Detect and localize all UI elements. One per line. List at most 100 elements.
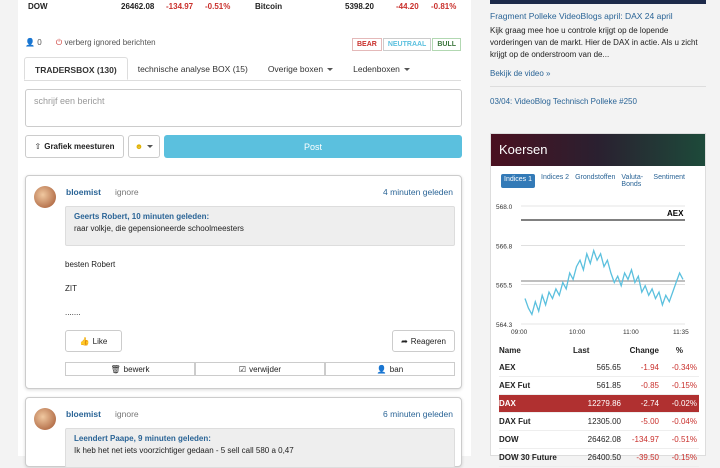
chevron-down-icon: [403, 68, 410, 72]
delete-button[interactable]: ☑ verwijder: [195, 362, 325, 376]
edit-label: bewerk: [123, 364, 150, 374]
table-cell: -0.02%: [671, 399, 697, 408]
tab-grondstoffen[interactable]: Grondstoffen: [575, 174, 615, 188]
y-tick-label: 564.3: [496, 322, 513, 329]
neutral-button[interactable]: NEUTRAAL: [382, 38, 432, 51]
tab-valuta-bonds[interactable]: Valuta-Bonds: [621, 174, 647, 188]
bear-button[interactable]: BEAR: [351, 38, 382, 51]
table-cell: -39.50: [636, 453, 659, 462]
ticker-pct-2: -0.81%: [431, 2, 457, 11]
ignore-link[interactable]: ignore: [115, 409, 139, 419]
tab-technische-analyse[interactable]: technische analyse BOX (15): [128, 57, 258, 80]
table-cell: DAX: [499, 399, 516, 408]
quote-block: Geerts Robert, 10 minuten geleden: raar …: [65, 206, 455, 246]
table-cell: -0.15%: [671, 453, 697, 462]
col-name: Name: [499, 345, 521, 355]
ignored-count: 0: [37, 38, 42, 47]
sidebar: Fragment Polleke VideoBlogs april: DAX 2…: [488, 0, 706, 467]
box-tabs: TRADERSBOX (130) technische analyse BOX …: [24, 57, 461, 81]
attach-chart-label: Grafiek meesturen: [44, 142, 115, 151]
table-body: AEX 565.65 -1.94 -0.34% AEX Fut 561.85 -0.85 -0…: [499, 359, 699, 467]
y-tick-label: 566.8: [496, 243, 513, 250]
trash-icon: 🗑: [110, 364, 121, 374]
delete-label: verwijder: [249, 364, 282, 374]
x-tick-label: 09:00: [511, 329, 528, 336]
avatar[interactable]: [34, 408, 56, 430]
post-line: besten Robert: [65, 260, 116, 269]
ticker-change-2: -44.20: [396, 2, 419, 11]
sidebar-top-bar: [490, 0, 706, 4]
table-cell: -0.04%: [671, 417, 697, 426]
message-input[interactable]: schrijf een bericht: [25, 89, 462, 127]
quote-header: Leendert Paape, 9 minuten geleden:: [74, 434, 211, 443]
reply-label: Reageren: [410, 336, 446, 346]
table-row[interactable]: AEX Fut 561.85 -0.85 -0.15%: [499, 377, 699, 395]
tab-overige-boxen[interactable]: Overige boxen: [258, 57, 343, 80]
like-button[interactable]: 👍 Like: [65, 330, 122, 352]
tab-tradersbox[interactable]: TRADERSBOX (130): [24, 57, 128, 80]
upload-icon: ⇧: [34, 142, 42, 151]
avatar[interactable]: [34, 186, 56, 208]
ticker-name: DOW: [28, 2, 48, 11]
tab-label: Overige boxen: [267, 64, 324, 74]
post-time[interactable]: 6 minuten geleden: [383, 409, 453, 419]
table-row[interactable]: DOW 30 Future 26400.50 -39.50 -0.15%: [499, 449, 699, 467]
quote-header: Geerts Robert, 10 minuten geleden:: [74, 212, 210, 221]
edit-button[interactable]: 🗑 bewerk: [65, 362, 195, 376]
y-tick-label: 565.5: [496, 283, 513, 290]
bull-button[interactable]: BULL: [432, 38, 461, 51]
aex-chart: 568.0 566.8 565.5 564.309:00 10:00 11:00 11:35…: [496, 204, 689, 336]
post-button[interactable]: Post: [164, 135, 462, 158]
table-cell: 26462.08: [587, 435, 621, 444]
reply-icon: ➦: [401, 336, 408, 346]
tab-indices-2[interactable]: Indices 2: [541, 174, 569, 188]
attach-chart-button[interactable]: ⇧ Grafiek meesturen: [25, 135, 124, 158]
tab-ledenboxen[interactable]: Ledenboxen: [343, 57, 420, 80]
table-cell: AEX Fut: [499, 381, 531, 390]
ban-button[interactable]: 👤 ban: [325, 362, 455, 376]
table-header: Name Last Change %: [499, 341, 699, 359]
ignore-link[interactable]: ignore: [115, 187, 139, 197]
power-icon: ⏻: [55, 38, 63, 47]
hide-ignored-link[interactable]: verberg ignored berichten: [64, 38, 155, 47]
table-cell: -134.97: [631, 435, 659, 444]
video-link[interactable]: Bekijk de video »: [490, 69, 706, 78]
ticker-row: DOW 26462.08 -134.97 -0.51% Bitcoin 5398…: [18, 0, 471, 18]
table-cell: 12279.86: [587, 399, 621, 408]
koersen-title: Koersen: [491, 134, 705, 166]
table-cell: -0.15%: [671, 381, 697, 390]
news-title[interactable]: Fragment Polleke VideoBlogs april: DAX 2…: [490, 11, 706, 21]
table-cell: AEX: [499, 363, 516, 372]
table-row[interactable]: DAX Fut 12305.00 -5.00 -0.04%: [499, 413, 699, 431]
post-card: bloemist ignore 4 minuten geleden Geerts…: [25, 175, 462, 389]
table-cell: 561.85: [596, 381, 621, 390]
table-row[interactable]: AEX 565.65 -1.94 -0.34%: [499, 359, 699, 377]
tab-indices-1[interactable]: Indices 1: [501, 174, 536, 188]
videoblog-link[interactable]: 03/04: VideoBlog Technisch Polleke #250: [490, 97, 706, 106]
ticker-change: -134.97: [166, 2, 194, 11]
divider: [490, 86, 706, 87]
chevron-down-icon: [327, 68, 334, 72]
table-row[interactable]: DOW 26462.08 -134.97 -0.51%: [499, 431, 699, 449]
tab-sentiment[interactable]: Sentiment: [653, 174, 685, 188]
y-tick-label: 568.0: [496, 204, 513, 211]
x-tick-label: 11:00: [623, 329, 639, 336]
post-username[interactable]: bloemist: [66, 187, 101, 197]
ticker-last-2: 5398.20: [345, 2, 374, 11]
reply-button[interactable]: ➦ Reageren: [392, 330, 455, 352]
emoji-button[interactable]: ☻: [128, 135, 160, 158]
quote-text: raar volkje, die gepensioneerde schoolme…: [74, 224, 244, 233]
post-line: ZIT: [65, 284, 77, 293]
post-time[interactable]: 4 minuten geleden: [383, 187, 453, 197]
aex-series-line: [524, 248, 684, 317]
user-icon: 👤: [25, 38, 35, 47]
table-row[interactable]: DAX 12279.86 -2.74 -0.02%: [499, 395, 699, 413]
table-cell: 26400.50: [587, 453, 621, 462]
col-pct: %: [675, 345, 683, 355]
main-column: DOW 26462.08 -134.97 -0.51% Bitcoin 5398…: [18, 0, 471, 468]
news-text: Kijk graag mee hoe u controle krijgt op …: [490, 26, 698, 59]
ticker-last: 26462.08: [121, 2, 155, 11]
koersen-tabs: Indices 1 Indices 2 Grondstoffen Valuta-…: [491, 166, 705, 188]
x-tick-label: 11:35: [673, 329, 689, 336]
post-username[interactable]: bloemist: [66, 409, 101, 419]
